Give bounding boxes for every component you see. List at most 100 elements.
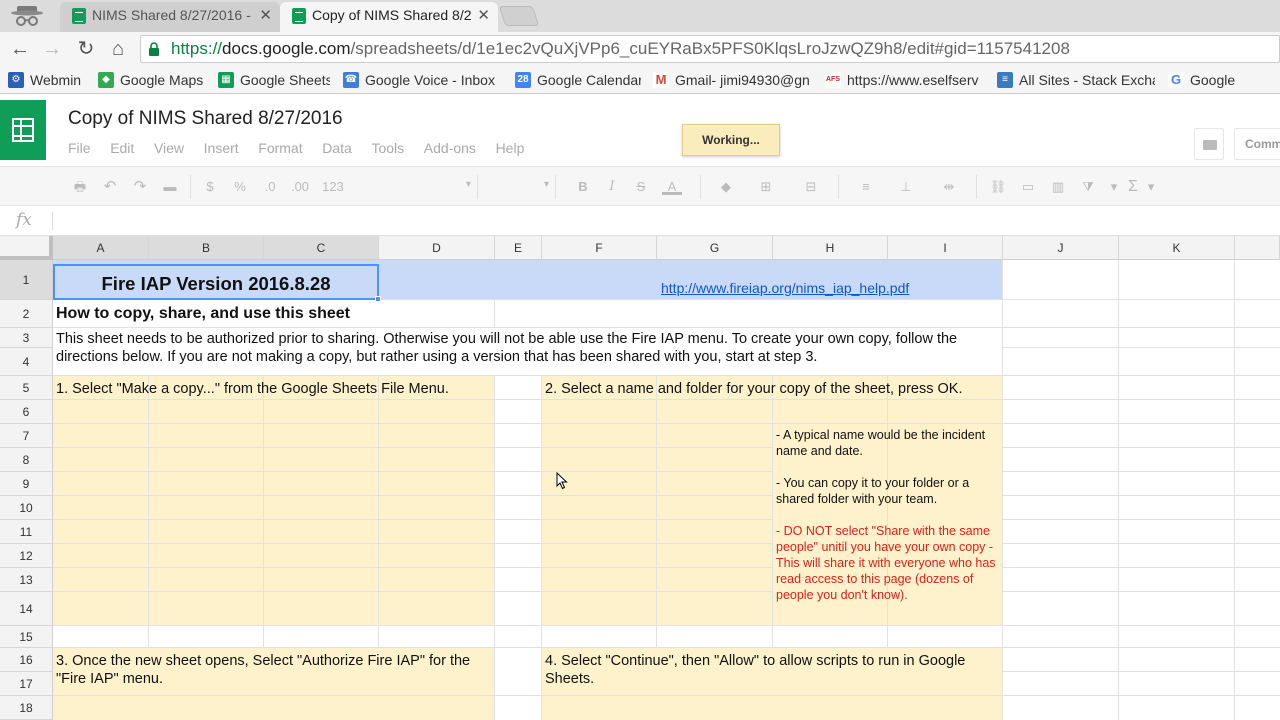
- column-header-l[interactable]: [1235, 236, 1280, 260]
- row-header-17[interactable]: 17: [0, 672, 53, 696]
- redo-icon[interactable]: ↷: [130, 179, 150, 195]
- cell-h11-warning[interactable]: - DO NOT select "Share with the same peo…: [776, 523, 1002, 603]
- font-size-dropdown[interactable]: [482, 175, 556, 199]
- menu-format[interactable]: Format: [258, 140, 302, 156]
- document-title[interactable]: Copy of NIMS Shared 8/27/2016: [68, 108, 343, 130]
- menu-help[interactable]: Help: [496, 140, 525, 156]
- back-arrow-icon[interactable]: ←: [8, 37, 32, 61]
- reload-icon[interactable]: ↻: [74, 37, 98, 61]
- bookmark-gmail[interactable]: M Gmail- jimi94930@gn: [653, 70, 809, 90]
- menu-edit[interactable]: Edit: [110, 140, 134, 156]
- borders-icon[interactable]: ⊞: [756, 179, 776, 195]
- column-header-g[interactable]: G: [657, 236, 773, 260]
- cell-h9-note-folder[interactable]: - You can copy it to your folder or a sh…: [776, 475, 1000, 507]
- print-icon[interactable]: 🖶: [70, 179, 90, 195]
- bold-button[interactable]: B: [575, 179, 591, 195]
- bookmark-google-voice[interactable]: ☎ Google Voice - Inbox: [343, 70, 495, 90]
- insert-link-icon[interactable]: ⛓: [988, 179, 1008, 195]
- row-header-14[interactable]: 14: [0, 592, 53, 626]
- row-header-1[interactable]: 1: [0, 260, 53, 300]
- row-header-6[interactable]: 6: [0, 400, 53, 424]
- horizontal-align-icon[interactable]: ≡: [854, 179, 878, 195]
- filter-icon[interactable]: ⧩: [1078, 179, 1098, 195]
- functions-chevron-icon[interactable]: ▾: [1144, 179, 1158, 195]
- menu-data[interactable]: Data: [322, 140, 352, 156]
- browser-tab-copy-of-nims[interactable]: Copy of NIMS Shared 8/2 ✕: [280, 2, 498, 32]
- cell-a5-step-1[interactable]: 1. Select "Make a copy..." from the Goog…: [56, 380, 449, 398]
- bookmark-stack-exchange[interactable]: ≡ All Sites - Stack Excha: [997, 70, 1155, 90]
- undo-icon[interactable]: ↶: [100, 179, 120, 195]
- font-family-dropdown[interactable]: [358, 175, 478, 199]
- column-header-e[interactable]: E: [495, 236, 542, 260]
- new-tab-button[interactable]: [498, 6, 540, 26]
- menu-insert[interactable]: Insert: [204, 140, 239, 156]
- select-all-corner[interactable]: [0, 236, 53, 260]
- row-header-11[interactable]: 11: [0, 520, 53, 544]
- sheets-logo-icon[interactable]: [0, 100, 46, 160]
- row-header-15[interactable]: 15: [0, 626, 53, 648]
- formula-input[interactable]: [60, 210, 1260, 232]
- row-header-2[interactable]: 2: [0, 300, 53, 328]
- column-header-k[interactable]: K: [1119, 236, 1235, 260]
- row-header-12[interactable]: 12: [0, 544, 53, 568]
- row-header-5[interactable]: 5: [0, 376, 53, 400]
- vertical-align-icon[interactable]: ⊥: [894, 179, 918, 195]
- strikethrough-button[interactable]: S: [633, 179, 649, 195]
- cell-g1-help-link[interactable]: http://www.fireiap.org/nims_iap_help.pdf: [661, 280, 909, 296]
- cell-a2-heading[interactable]: How to copy, share, and use this sheet: [56, 304, 350, 324]
- row-header-7[interactable]: 7: [0, 424, 53, 448]
- column-header-i[interactable]: I: [888, 236, 1003, 260]
- row-header-18[interactable]: 18: [0, 696, 53, 720]
- bookmark-eselfserv[interactable]: AFS https://www.eselfserv: [825, 70, 983, 90]
- menu-add-ons[interactable]: Add-ons: [424, 140, 476, 156]
- text-wrap-icon[interactable]: ⇹: [934, 179, 964, 195]
- close-tab-icon[interactable]: ✕: [259, 2, 272, 29]
- currency-format-button[interactable]: $: [200, 179, 220, 195]
- menu-tools[interactable]: Tools: [371, 140, 404, 156]
- filter-views-chevron-icon[interactable]: ▾: [1106, 179, 1122, 195]
- spreadsheet-grid[interactable]: A B C D E F G H I J K 1 2 3 4 5 6 7 8 9 …: [0, 236, 1280, 720]
- column-header-b[interactable]: B: [149, 236, 264, 260]
- percent-format-button[interactable]: %: [230, 179, 250, 195]
- cell-f5-step-2[interactable]: 2. Select a name and folder for your cop…: [545, 380, 963, 398]
- column-header-a[interactable]: A: [53, 236, 149, 260]
- bookmark-google[interactable]: G Google: [1168, 70, 1268, 90]
- column-header-f[interactable]: F: [542, 236, 657, 260]
- row-header-4[interactable]: 4: [0, 348, 53, 376]
- insert-comment-icon[interactable]: ▭: [1018, 179, 1038, 195]
- more-formats-button[interactable]: 123: [316, 179, 350, 195]
- row-header-10[interactable]: 10: [0, 496, 53, 520]
- home-icon[interactable]: ⌂: [106, 37, 130, 61]
- decrease-decimal-button[interactable]: .0: [259, 179, 281, 195]
- row-header-13[interactable]: 13: [0, 568, 53, 592]
- browser-tab-nims-shared[interactable]: NIMS Shared 8/27/2016 - ✕: [60, 2, 280, 32]
- fill-handle[interactable]: [375, 296, 381, 302]
- cell-h7-note-name[interactable]: - A typical name would be the incident n…: [776, 427, 1000, 459]
- row-header-16[interactable]: 16: [0, 648, 53, 672]
- merge-cells-icon[interactable]: ⊟: [796, 179, 826, 195]
- insert-chart-icon[interactable]: ▥: [1048, 179, 1068, 195]
- menu-file[interactable]: File: [68, 140, 91, 156]
- forward-arrow-icon[interactable]: →: [40, 37, 64, 61]
- row-header-3[interactable]: 3: [0, 328, 53, 348]
- cell-a3-instructions[interactable]: This sheet needs to be authorized prior …: [56, 330, 996, 366]
- row-header-9[interactable]: 9: [0, 472, 53, 496]
- text-color-button[interactable]: A: [662, 179, 682, 195]
- column-header-j[interactable]: J: [1003, 236, 1119, 260]
- row-header-8[interactable]: 8: [0, 448, 53, 472]
- fill-color-icon[interactable]: ◆: [714, 179, 738, 195]
- close-tab-icon[interactable]: ✕: [477, 2, 490, 29]
- comment-button[interactable]: [1194, 128, 1224, 160]
- menu-view[interactable]: View: [154, 140, 184, 156]
- functions-button[interactable]: Σ: [1124, 179, 1142, 195]
- column-header-c[interactable]: C: [264, 236, 379, 260]
- increase-decimal-button[interactable]: .00: [287, 179, 313, 195]
- italic-button[interactable]: I: [604, 179, 620, 195]
- bookmark-google-sheets[interactable]: ▦ Google Sheets: [218, 70, 330, 90]
- cell-a16-step-3[interactable]: 3. Once the new sheet opens, Select "Aut…: [56, 652, 492, 688]
- column-header-d[interactable]: D: [379, 236, 495, 260]
- bookmark-google-maps[interactable]: ◆ Google Maps: [98, 70, 208, 90]
- bookmark-google-calendar[interactable]: 28 Google Calendar: [515, 70, 641, 90]
- bookmark-webmin[interactable]: ⚙ Webmin: [8, 70, 88, 90]
- url-bar[interactable]: https://docs.google.com/spreadsheets/d/1…: [140, 35, 1280, 63]
